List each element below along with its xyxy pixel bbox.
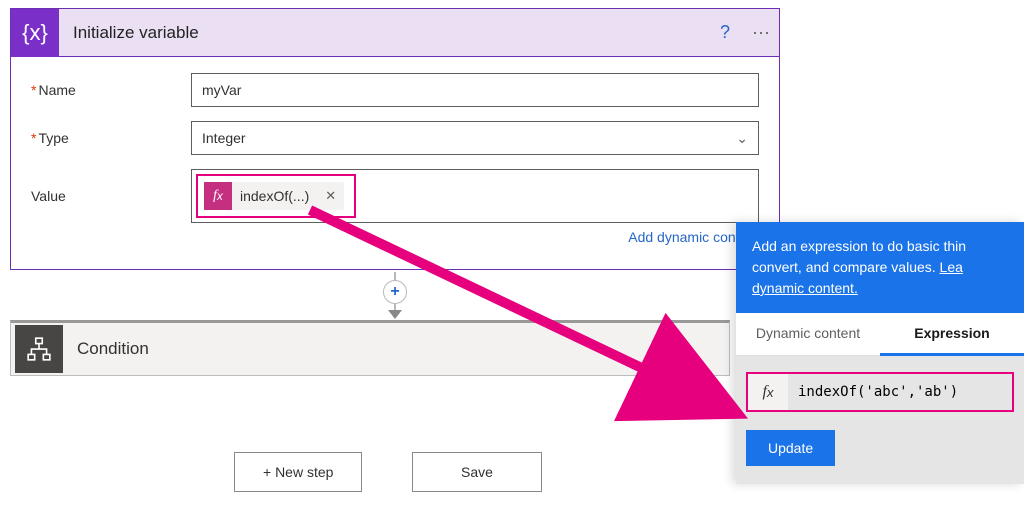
expression-tabs: Dynamic content Expression	[736, 313, 1024, 356]
card-header[interactable]: {x} Initialize variable ? ···	[11, 9, 779, 57]
tab-expression[interactable]: Expression	[880, 313, 1024, 356]
card-body: *Name myVar *Type Integer ⌄ Value fx ind…	[11, 57, 779, 269]
expression-panel: Add an expression to do basic thin conve…	[736, 222, 1024, 484]
tab-dynamic-content[interactable]: Dynamic content	[736, 313, 880, 355]
expression-token[interactable]: fx indexOf(...) ✕	[204, 182, 344, 210]
type-select[interactable]: Integer ⌄	[191, 121, 759, 155]
add-step-icon[interactable]: +	[383, 280, 407, 304]
type-label: *Type	[31, 130, 191, 146]
value-input[interactable]: fx indexOf(...) ✕	[191, 169, 759, 223]
variable-icon: {x}	[11, 9, 59, 57]
value-label: Value	[31, 188, 191, 204]
type-value: Integer	[202, 130, 246, 146]
initialize-variable-card: {x} Initialize variable ? ··· *Name myVa…	[10, 8, 780, 270]
card-title: Initialize variable	[73, 23, 199, 43]
annotation-highlight-token: fx indexOf(...) ✕	[196, 174, 356, 218]
token-remove-icon[interactable]: ✕	[317, 188, 344, 204]
name-input[interactable]: myVar	[191, 73, 759, 107]
name-label: *Name	[31, 82, 191, 98]
save-button[interactable]: Save	[412, 452, 542, 492]
add-dynamic-content-link[interactable]: Add dynamic content	[31, 229, 759, 257]
expression-input[interactable]: indexOf('abc','ab')	[788, 384, 968, 400]
new-step-button[interactable]: + New step	[234, 452, 362, 492]
fx-icon: fx	[748, 374, 788, 410]
condition-icon	[15, 325, 63, 373]
flow-arrow-icon	[388, 310, 402, 319]
expression-hint: Add an expression to do basic thin conve…	[736, 222, 1024, 313]
annotation-highlight-expression: fx indexOf('abc','ab')	[746, 372, 1014, 412]
help-icon[interactable]: ?	[707, 15, 743, 51]
more-icon[interactable]: ···	[743, 15, 779, 51]
chevron-down-icon: ⌄	[736, 130, 748, 147]
condition-title: Condition	[77, 339, 149, 359]
token-text: indexOf(...)	[232, 188, 317, 204]
dynamic-content-link[interactable]: dynamic content.	[752, 280, 858, 296]
condition-card[interactable]: Condition	[10, 320, 730, 376]
fx-icon: fx	[204, 182, 232, 210]
learn-more-link[interactable]: Lea	[940, 259, 963, 275]
update-button[interactable]: Update	[746, 430, 835, 466]
